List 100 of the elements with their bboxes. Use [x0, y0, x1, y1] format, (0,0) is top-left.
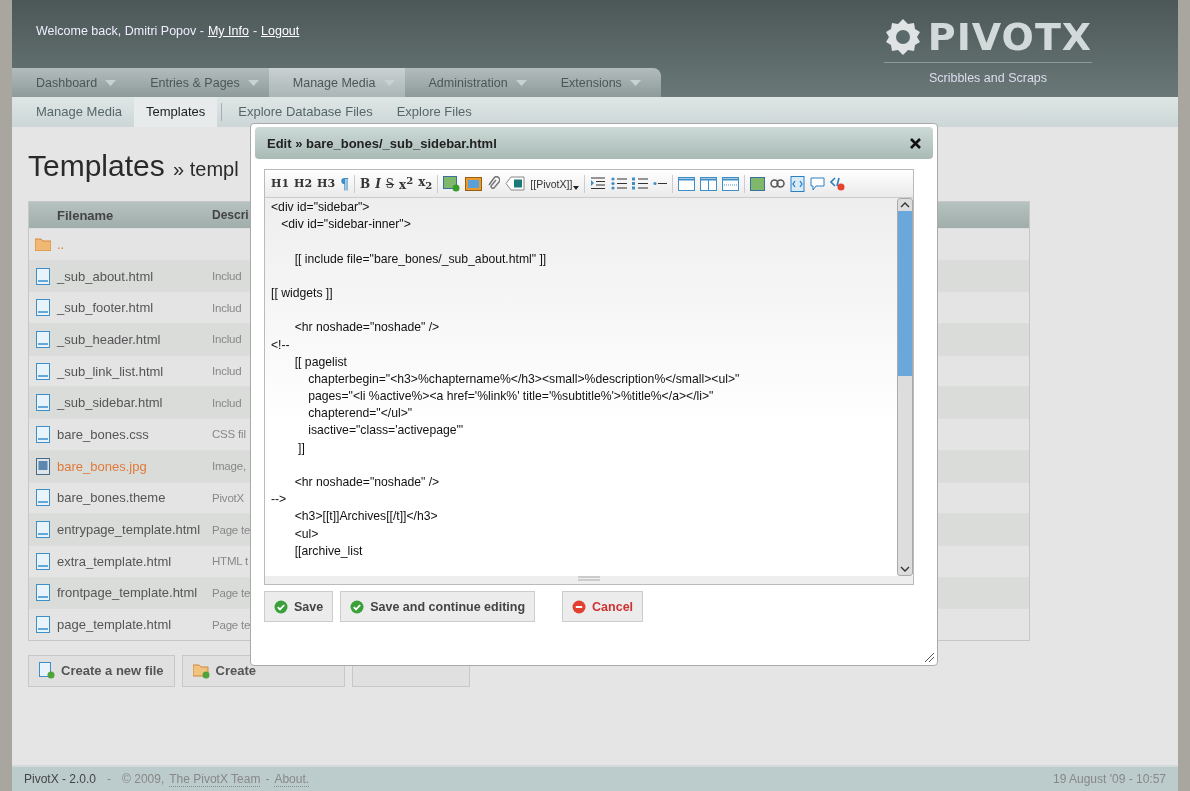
dialog-button[interactable]: Save and continue editing: [340, 591, 536, 622]
file-description: Includ: [212, 396, 242, 409]
code-line: chapterbegin="<h3>%chaptername%</h3><small>%description%</small><ul>": [307, 370, 741, 388]
code-line: <hr noshade="noshade" />: [293, 474, 441, 491]
new-folder-icon: [192, 662, 210, 679]
layout-rows-icon[interactable]: [722, 176, 740, 191]
document-icon: [36, 489, 50, 507]
file-name[interactable]: bare_bones.theme: [57, 490, 212, 506]
insert-image-icon[interactable]: [443, 175, 461, 192]
file-name[interactable]: page_template.html: [57, 617, 212, 633]
file-description: CSS fil: [212, 428, 246, 441]
italic-button[interactable]: I: [375, 176, 381, 191]
caret-icon: [629, 79, 641, 86]
indent-icon[interactable]: [590, 177, 607, 190]
strikethrough-button[interactable]: S: [385, 176, 395, 191]
code-line: [[archive_list: [293, 542, 364, 560]
separator-text: -: [265, 772, 270, 786]
bulleted-list-icon[interactable]: [611, 177, 628, 190]
check-icon: [350, 599, 365, 614]
document-icon: [36, 552, 50, 570]
code-line: <hr noshade="noshade" />: [293, 319, 441, 337]
file-name[interactable]: extra_template.html: [57, 553, 212, 569]
file-description: Includ: [212, 270, 242, 283]
folder-icon: [35, 237, 51, 251]
caret-icon: [515, 79, 527, 86]
code-line: chapterend="</ul>": [307, 405, 414, 423]
dialog-button[interactable]: Save: [264, 591, 334, 622]
action-button[interactable]: Create a new file: [28, 654, 175, 687]
logout-link[interactable]: Logout: [261, 24, 300, 38]
tagline: Scribbles and Scraps: [928, 71, 1048, 85]
code-line: <div id="sidebar">: [271, 199, 371, 216]
nav-tab[interactable]: Entries & Pages: [126, 68, 269, 97]
link-icon[interactable]: [770, 179, 786, 188]
file-description: PivotX: [212, 491, 245, 504]
code-line: pages="<li %active%><a href='%link%' title='%subtitle%'>%title%</a></li>": [307, 388, 715, 406]
picture-icon[interactable]: [465, 176, 483, 191]
code-line: [[ include file="bare_bones/_sub_about.html" ]]: [293, 250, 548, 268]
bold-button[interactable]: B: [360, 176, 371, 191]
resize-grip-icon[interactable]: [924, 652, 934, 662]
code-line: -->: [271, 491, 288, 509]
subnav-tab[interactable]: Manage Media: [24, 97, 134, 127]
subnav-tab[interactable]: Explore Files: [384, 97, 484, 127]
breadcrumb: » templ: [173, 158, 239, 180]
file-name[interactable]: _sub_sidebar.html: [57, 395, 212, 411]
file-description: HTML t: [212, 555, 249, 568]
nav-tab[interactable]: Dashboard: [12, 68, 127, 97]
remove-code-icon[interactable]: [830, 176, 846, 191]
image-icon[interactable]: [750, 176, 766, 191]
subnav-tab[interactable]: Explore Database Files: [226, 97, 385, 127]
file-description: Page te: [212, 618, 251, 631]
code-line: <!--: [271, 336, 291, 354]
file-name[interactable]: _sub_link_list.html: [57, 363, 212, 379]
dialog-title: Edit » bare_bones/_sub_sidebar.html: [267, 135, 497, 151]
check-icon: [274, 599, 288, 614]
subnav-tab[interactable]: Templates: [134, 97, 218, 127]
speech-bubble-icon[interactable]: [810, 176, 826, 191]
pivotx-tags-dropdown[interactable]: [[PivotX]]: [530, 177, 580, 190]
heading-2-button[interactable]: H2: [294, 177, 313, 190]
my-info-link[interactable]: My Info: [207, 24, 249, 38]
subscript-button[interactable]: x$_{2}$: [418, 175, 433, 192]
document-icon: [36, 330, 50, 348]
code-line: <div id="sidebar-inner">: [280, 216, 412, 234]
dialog-button[interactable]: Cancel: [562, 591, 644, 622]
scrollbar[interactable]: [897, 198, 913, 576]
heading-3-button[interactable]: H3: [317, 177, 336, 190]
paperclip-icon[interactable]: [487, 176, 501, 191]
welcome-text: Welcome back, Dmitri Popov -: [36, 24, 204, 38]
close-icon[interactable]: [910, 137, 921, 149]
nav-tab[interactable]: Manage Media: [268, 68, 405, 97]
caret-icon: [573, 185, 580, 190]
file-description: Page te: [212, 523, 251, 536]
numbered-list-icon[interactable]: [632, 177, 649, 190]
layout-full-icon[interactable]: [678, 176, 696, 191]
nav-tab[interactable]: Extensions: [536, 68, 651, 97]
paragraph-button[interactable]: ¶: [340, 175, 350, 192]
superscript-button[interactable]: x$^{2}$: [399, 175, 414, 192]
file-description: Includ: [212, 301, 242, 314]
file-name[interactable]: _sub_footer.html: [57, 300, 212, 316]
resize-handle-icon[interactable]: [578, 576, 600, 581]
nav-tab[interactable]: Administration: [404, 68, 537, 97]
code-line: isactive="class='activepage'": [307, 422, 465, 440]
code-line: <h3>[[t]]Archives[[/t]]</h3>: [293, 508, 439, 526]
file-name[interactable]: entrypage_template.html: [57, 522, 212, 538]
heading-1-button[interactable]: H1: [271, 177, 290, 190]
file-name[interactable]: _sub_about.html: [57, 268, 212, 284]
tag-icon[interactable]: [505, 176, 526, 191]
file-name[interactable]: frontpage_template.html: [57, 585, 212, 601]
code-line: [[ pagelist: [293, 353, 348, 371]
document-icon: [36, 299, 50, 317]
code-document-icon[interactable]: [790, 175, 806, 192]
file-description: Image,: [212, 460, 246, 473]
layout-columns-icon[interactable]: [700, 176, 718, 191]
date-text: 19 August '09 - 10:57: [1052, 772, 1166, 786]
saw-blade-icon: [883, 18, 922, 56]
document-icon: [36, 362, 50, 380]
horizontal-rule-icon[interactable]: [653, 181, 668, 186]
file-description: Includ: [212, 365, 242, 378]
file-name[interactable]: _sub_header.html: [57, 331, 212, 347]
file-name[interactable]: bare_bones.css: [57, 426, 212, 442]
file-description: Includ: [212, 333, 242, 346]
